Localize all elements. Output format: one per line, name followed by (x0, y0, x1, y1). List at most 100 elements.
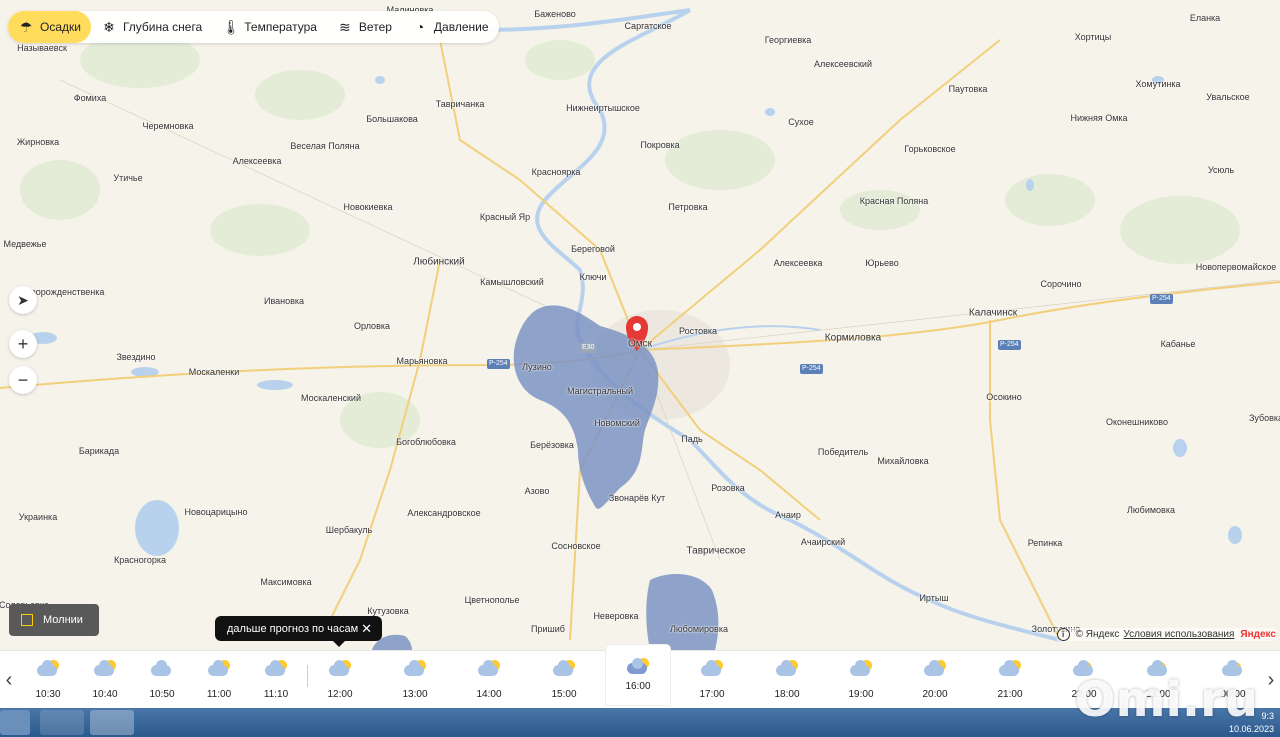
timeline-next-button[interactable]: › (1262, 651, 1280, 709)
place-label: Оконешниково (1106, 417, 1168, 427)
place-label: Ключи (579, 272, 607, 282)
place-label: Сосновское (551, 541, 601, 551)
timeline-slot[interactable]: 20:00 (905, 651, 965, 709)
place-label: Магистральный (567, 386, 633, 396)
place-label: Барикада (78, 446, 120, 456)
checkbox-icon (21, 614, 33, 626)
layer-tab[interactable]: ≋ Ветер (327, 11, 402, 43)
map-canvas[interactable] (0, 0, 1280, 650)
place-label: Петровка (668, 202, 708, 212)
place-label: Богоблюбовка (396, 437, 456, 447)
place-label: Жирновка (16, 137, 60, 147)
place-label: Любомировка (670, 624, 728, 634)
road-label: Р-254 (998, 340, 1021, 350)
timeline-time: 14:00 (476, 689, 502, 700)
place-label: Шербакуль (325, 525, 373, 535)
timeline-prev-button[interactable]: ‹ (0, 651, 18, 709)
timeline-slot[interactable]: 17:00 (682, 651, 742, 709)
place-label: Москаленки (188, 367, 240, 377)
precipitation-area-south (646, 574, 719, 650)
place-label: Москаленский (301, 393, 361, 403)
layer-tab-label: Давление (433, 20, 489, 34)
place-label: Калачинск (968, 307, 1018, 319)
partly-cloudy-icon (402, 659, 428, 679)
layer-tab[interactable]: ❄ Глубина снега (91, 11, 212, 43)
layer-tab[interactable]: ☂ Осадки (8, 11, 91, 43)
place-label: Новоцарицыно (184, 507, 248, 517)
partly-cloudy-icon (699, 659, 725, 679)
layer-tab[interactable]: 🌡 Температура (212, 11, 327, 43)
locate-button[interactable]: ➤ (9, 286, 37, 314)
timeline-time: 19:00 (848, 689, 874, 700)
timeline-time: 17:00 (699, 689, 725, 700)
road-label: Р-254 (800, 364, 823, 374)
place-label: Пришиб (531, 624, 565, 634)
timeline-slot[interactable]: 13:00 (385, 651, 445, 709)
place-label: Новомский (594, 418, 640, 428)
snowflake-icon: ❄ (103, 19, 115, 35)
timeline-slot[interactable]: 10:40 (75, 651, 135, 709)
layer-tab-label: Глубина снега (122, 20, 203, 34)
timeline-slot[interactable]: 16:00 (606, 645, 670, 705)
zoom-in-button[interactable]: + (9, 330, 37, 358)
place-label: Утичье (113, 173, 143, 183)
layer-tab[interactable]: ◔ Давление (402, 11, 499, 43)
taskbar-app-browser[interactable] (90, 710, 134, 735)
brand-logo: Яндекс (1240, 629, 1276, 640)
lightning-toggle[interactable]: Молнии (9, 604, 99, 636)
place-label: Красноярка (531, 167, 581, 177)
timeline-time: 10:50 (149, 689, 175, 700)
place-label: Звонарёв Кут (608, 493, 666, 503)
close-icon[interactable]: ✕ (361, 621, 372, 637)
place-label: Красногорка (114, 555, 166, 565)
place-label: Лузино (522, 362, 552, 372)
place-label: Звездино (116, 352, 156, 362)
timeline-slot[interactable]: 11:00 (189, 651, 249, 709)
partly-cloudy-icon (206, 659, 232, 679)
timeline-slot[interactable]: 11:10 (246, 651, 306, 709)
place-label: Тавричанка (435, 99, 485, 109)
place-label: Покровка (640, 140, 680, 150)
place-label: Медвежье (3, 239, 47, 249)
place-label: Украинка (18, 512, 58, 522)
road-label: Р-254 (1150, 294, 1173, 304)
timeline-slot[interactable]: 14:00 (459, 651, 519, 709)
copyright-text: © Яндекс (1075, 629, 1120, 640)
partly-cloudy-icon (263, 659, 289, 679)
road-label: Р-254 (487, 359, 510, 369)
timeline-time: 15:00 (551, 689, 577, 700)
place-label: Омск (627, 338, 653, 350)
place-label: Максимовка (260, 577, 312, 587)
taskbar-app-computer[interactable] (40, 710, 84, 735)
timeline-slot[interactable]: 10:50 (132, 651, 192, 709)
place-label: Орловка (354, 321, 390, 331)
timeline-time: 18:00 (774, 689, 800, 700)
copyright-bar: i © Яндекс Условия использования Яндекс (1056, 628, 1276, 641)
place-label: Алексеевка (773, 258, 823, 268)
place-label: Любимовка (1127, 505, 1175, 515)
place-label: Георгиевка (764, 35, 812, 45)
layer-tab-label: Температура (244, 20, 317, 34)
partly-cloudy-icon (476, 659, 502, 679)
chevron-right-icon: › (1267, 668, 1275, 691)
timeline-slot[interactable]: 12:00 (310, 651, 370, 709)
rain-cloud-icon: ☂ (19, 19, 33, 35)
timeline-slot[interactable]: 19:00 (831, 651, 891, 709)
timeline-slot[interactable]: 21:00 (980, 651, 1040, 709)
zoom-out-button[interactable]: − (9, 366, 37, 394)
terms-link[interactable]: Условия использования (1123, 629, 1234, 640)
info-icon[interactable]: i (1056, 628, 1070, 641)
place-label: Паутовка (948, 84, 988, 94)
place-label: Сухое (788, 117, 814, 127)
place-label: Михайловка (877, 456, 929, 466)
partly-cloudy-icon (551, 659, 577, 679)
timeline-slot[interactable]: 10:30 (18, 651, 78, 709)
start-button[interactable] (0, 710, 30, 735)
timeline-divider (307, 665, 308, 687)
partly-cloudy-icon (848, 659, 874, 679)
place-label: Кутузовка (367, 606, 409, 616)
timeline-slot[interactable]: 18:00 (757, 651, 817, 709)
timeline-slot[interactable]: 15:00 (534, 651, 594, 709)
place-label: Хортицы (1074, 32, 1112, 42)
timeline-time: 21:00 (997, 689, 1023, 700)
